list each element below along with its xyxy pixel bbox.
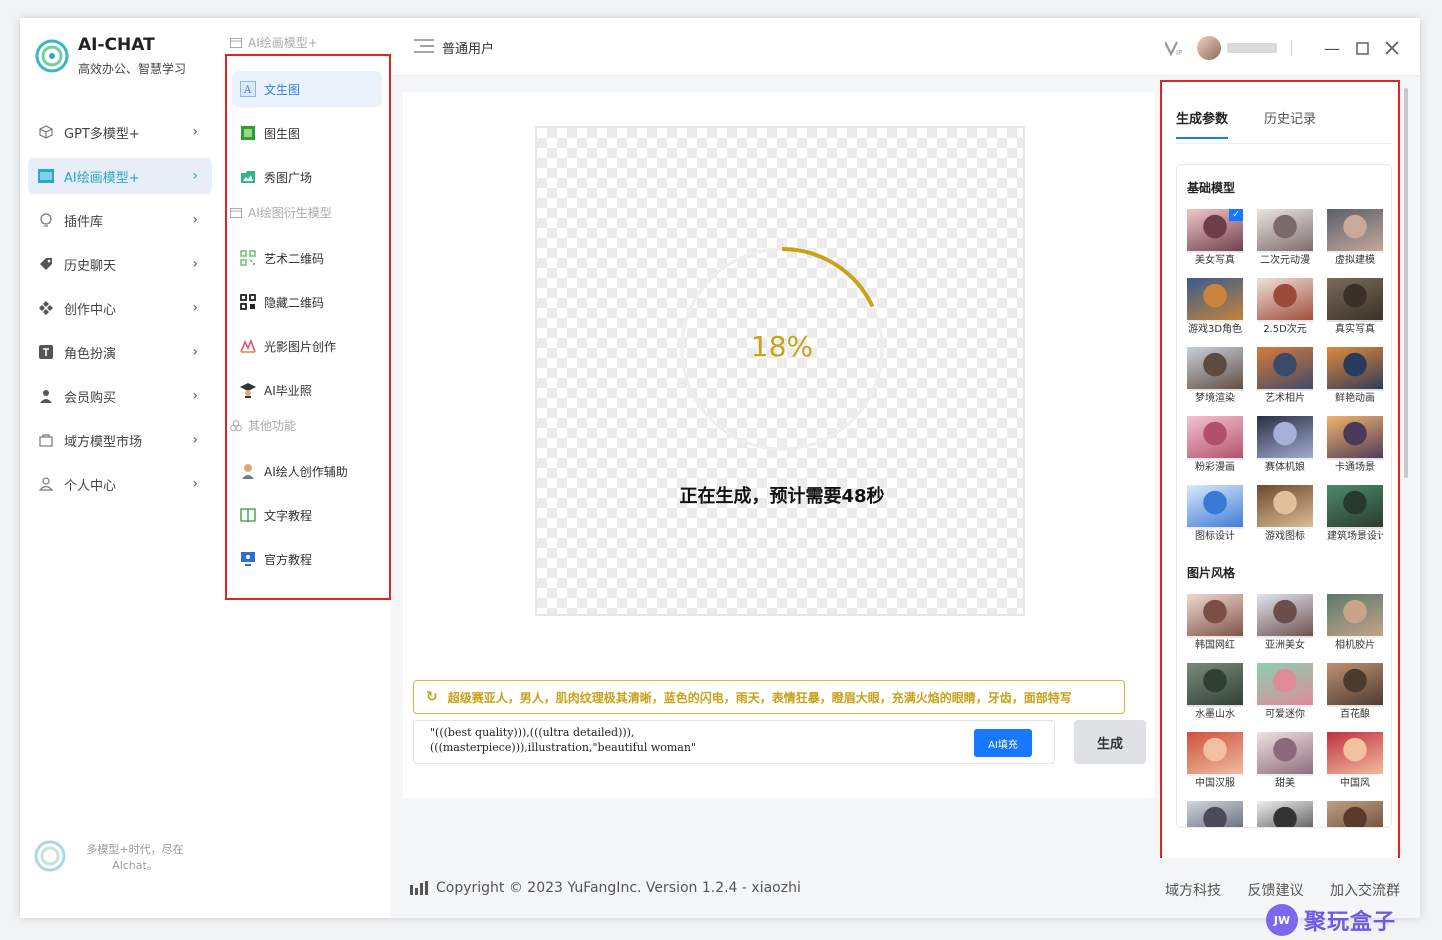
sidebar-item-roleplay[interactable]: 角色扮演 › — [28, 334, 212, 370]
refresh-icon[interactable]: ↻ — [426, 689, 438, 705]
sidebar-item-label: 域方模型市场 — [64, 434, 143, 450]
sidebar-item-plugins[interactable]: 插件库 › — [28, 202, 212, 238]
ai-fill-button[interactable]: AI填充 — [974, 729, 1032, 757]
prompt-text[interactable]: "(((best quality))),(((ultra detailed)))… — [430, 725, 950, 755]
sidebar-item-label: 会员购买 — [64, 390, 117, 406]
vip-icon[interactable]: IP — [1165, 40, 1183, 56]
footer-link-company[interactable]: 域方科技 — [1165, 883, 1221, 899]
sidebar-item-gpt[interactable]: GPT多模型+ › — [28, 114, 212, 150]
footer-link-feedback[interactable]: 反馈建议 — [1248, 883, 1304, 899]
submenu-section-ai-painting: AI绘画模型+ — [230, 34, 318, 51]
menu-icon[interactable] — [414, 38, 434, 54]
chevron-right-icon: › — [192, 388, 198, 404]
svg-text:IP: IP — [1176, 49, 1182, 56]
sidebar-item-label: GPT多模型+ — [64, 126, 140, 142]
window-icon — [230, 37, 242, 48]
app-title: AI-CHAT — [78, 35, 155, 55]
app-logo-icon — [35, 39, 69, 73]
sidebar-item-label: 创作中心 — [64, 302, 117, 318]
sidebar-item-profile[interactable]: 个人中心 › — [28, 466, 212, 502]
chevron-right-icon: › — [192, 344, 198, 360]
watermark-text: 聚玩盒子 — [1304, 910, 1397, 935]
t-icon — [38, 344, 54, 360]
close-icon[interactable] — [1384, 40, 1400, 56]
person-icon — [38, 476, 54, 492]
tag-icon — [38, 256, 54, 272]
minimize-icon[interactable]: — — [1324, 39, 1340, 58]
sidebar: AI-CHAT 高效办公、智慧学习 GPT多模型+ › AI绘画模型+ › 插件… — [20, 18, 220, 918]
image-canvas: 18% 正在生成，预计需要48秒 — [535, 126, 1025, 616]
suggestion-text: 超级赛亚人，男人，肌肉纹理极其清晰，蓝色的闪电，雨天，表情狂暴，瞪眉大眼，充满火… — [447, 690, 1072, 705]
top-header: 普通用户 IP — — [390, 18, 1420, 76]
generation-status: 正在生成，预计需要48秒 — [679, 486, 885, 507]
sidebar-item-label: 历史聊天 — [64, 258, 117, 274]
app-subtitle: 高效办公、智慧学习 — [78, 62, 187, 76]
chevron-right-icon: › — [192, 256, 198, 272]
header-divider — [1291, 41, 1292, 55]
main-panel: 18% 正在生成，预计需要48秒 ↻ 超级赛亚人，男人，肌肉纹理极其清晰，蓝色的… — [403, 92, 1155, 798]
cube-icon — [38, 124, 54, 140]
prompt-input[interactable]: "(((best quality))),(((ultra detailed)))… — [413, 720, 1055, 764]
picture-icon — [38, 168, 54, 184]
highlight-box-submenu — [225, 54, 391, 600]
bulb-icon — [38, 212, 54, 228]
sidebar-item-history[interactable]: 历史聊天 › — [28, 246, 212, 282]
watermark: JW 聚玩盒子 — [1266, 904, 1438, 936]
bar-chart-icon — [410, 881, 428, 895]
scrollbar[interactable] — [1404, 88, 1408, 478]
prompt-suggestion[interactable]: ↻ 超级赛亚人，男人，肌肉纹理极其清晰，蓝色的闪电，雨天，表情狂暴，瞪眉大眼，充… — [413, 680, 1125, 714]
progress-arc — [781, 247, 875, 308]
watermark-badge: JW — [1266, 904, 1298, 936]
app-window: AI-CHAT 高效办公、智慧学习 GPT多模型+ › AI绘画模型+ › 插件… — [20, 18, 1420, 918]
sidebar-item-market[interactable]: 域方模型市场 › — [28, 422, 212, 458]
chevron-right-icon: › — [192, 432, 198, 448]
username-redacted — [1227, 43, 1277, 53]
header-right: IP — — [1165, 36, 1400, 60]
copyright: Copyright © 2023 YuFangInc. Version 1.2.… — [410, 880, 801, 896]
maximize-icon[interactable] — [1354, 40, 1370, 56]
sidebar-item-membership[interactable]: 会员购买 › — [28, 378, 212, 414]
sidebar-item-label: 个人中心 — [64, 478, 117, 494]
sidebar-item-label: 角色扮演 — [64, 346, 117, 362]
footer-links: 域方科技 反馈建议 加入交流群 — [1143, 880, 1400, 900]
bag-icon — [38, 432, 54, 448]
footer-logo-icon — [34, 840, 66, 872]
chevron-right-icon: › — [192, 476, 198, 492]
user-type-label: 普通用户 — [442, 42, 495, 57]
progress-percent: 18% — [750, 330, 814, 363]
footer-link-join-group[interactable]: 加入交流群 — [1330, 883, 1400, 899]
user-icon — [38, 388, 54, 404]
generate-button[interactable]: 生成 — [1074, 720, 1146, 764]
sidebar-item-ai-painting[interactable]: AI绘画模型+ › — [28, 158, 212, 194]
sidebar-item-label: AI绘画模型+ — [64, 170, 140, 186]
chevron-right-icon: › — [192, 168, 198, 184]
sidebar-item-creation[interactable]: 创作中心 › — [28, 290, 212, 326]
sidebar-nav: GPT多模型+ › AI绘画模型+ › 插件库 › 历史聊天 › 创作中心 › … — [28, 114, 212, 510]
chevron-right-icon: › — [192, 300, 198, 316]
grid-icon — [38, 300, 54, 316]
chevron-right-icon: › — [192, 124, 198, 140]
avatar[interactable] — [1197, 36, 1221, 60]
sidebar-footer-text: 多模型+时代，尽在Alchat。 — [86, 843, 184, 872]
sidebar-footer: 多模型+时代，尽在Alchat。 — [32, 838, 212, 878]
highlight-box-right — [1160, 80, 1400, 864]
chevron-right-icon: › — [192, 212, 198, 228]
sidebar-item-label: 插件库 — [64, 214, 104, 230]
